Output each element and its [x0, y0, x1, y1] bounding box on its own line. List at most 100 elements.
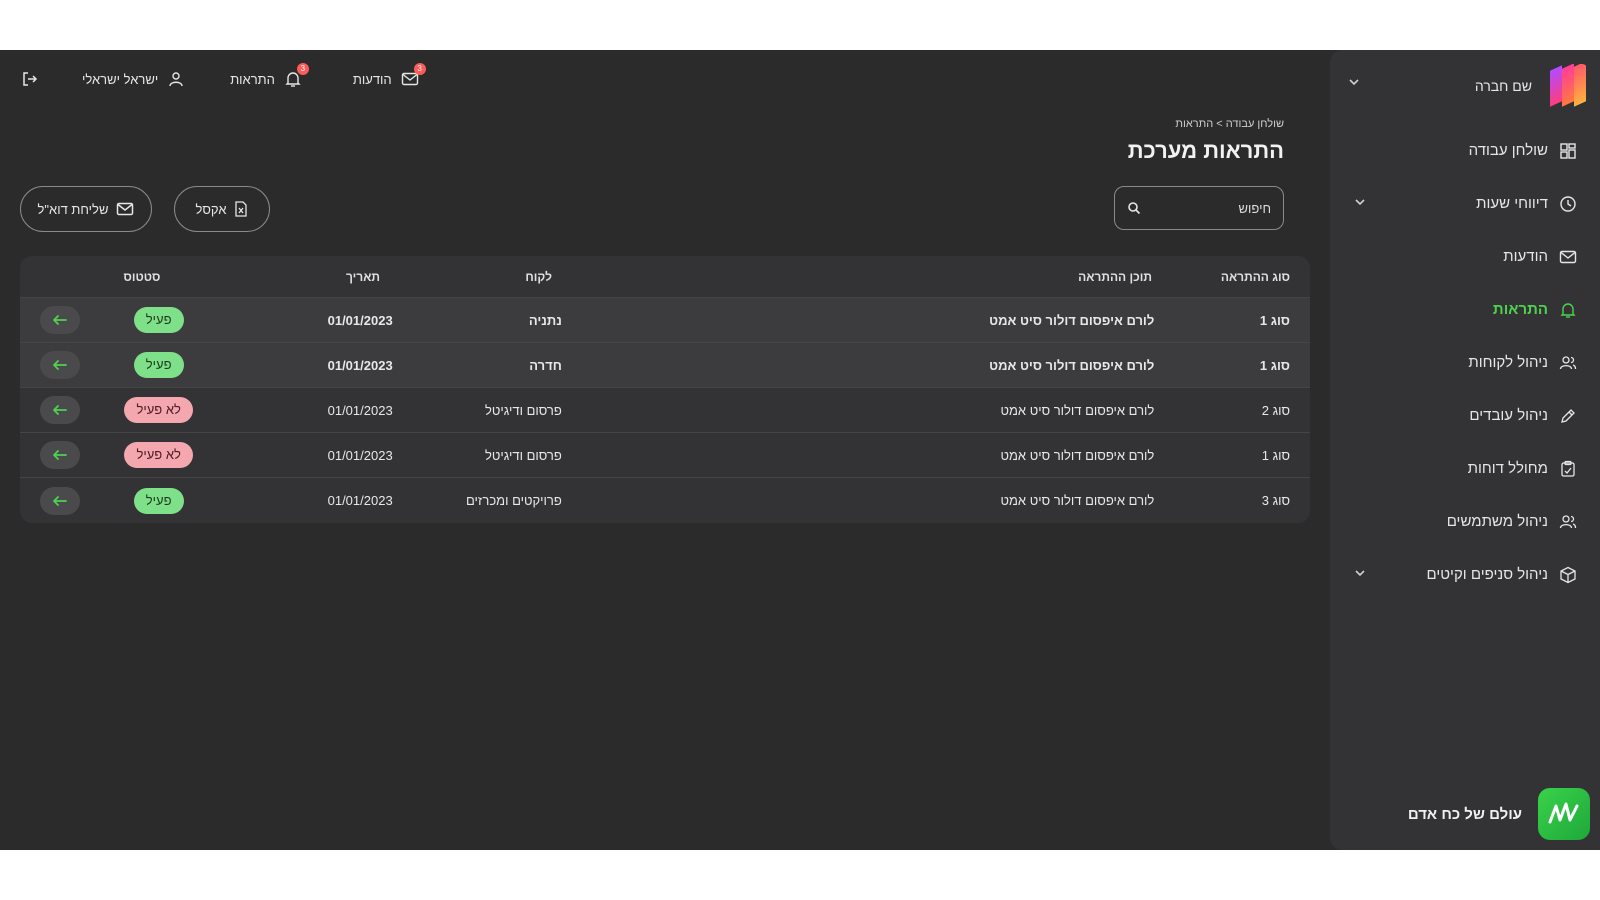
- table-row[interactable]: סוג 1 לורם איפסום דולור סיט אמט חדרה 01/01/…: [20, 343, 1310, 388]
- company-name: שם חברה: [1474, 78, 1532, 94]
- cell-type: סוג 1: [1261, 447, 1290, 463]
- users-icon: [1558, 512, 1578, 532]
- cell-date: 01/01/2023: [327, 357, 393, 373]
- table-row[interactable]: סוג 2 לורם איפסום דולור סיט אמט פרסום ודיג…: [20, 388, 1310, 433]
- cell-client: פרויקטים ומכרזים: [466, 493, 562, 508]
- cell-status: פעיל: [80, 487, 237, 514]
- sidebar-item-label: ניהול משתמשים: [1446, 513, 1548, 530]
- users-icon: [1558, 353, 1578, 373]
- open-row-button[interactable]: [40, 351, 80, 379]
- sidebar-nav: שולחן עבודה דיווחי שעות הודעות התראות ניהול …: [1330, 124, 1600, 601]
- open-row-button[interactable]: [40, 441, 80, 469]
- header-status[interactable]: סטטוס: [62, 270, 222, 284]
- cell-content: לורם איפסום דולור סיט אמט: [989, 312, 1155, 328]
- sidebar-item-1[interactable]: דיווחי שעות: [1330, 177, 1600, 230]
- user-menu[interactable]: ישראל ישראלי: [82, 69, 186, 89]
- excel-file-icon: [235, 201, 248, 217]
- sidebar-item-label: שולחן עבודה: [1468, 142, 1548, 159]
- status-badge: פעיל: [133, 487, 184, 514]
- sidebar-item-label: ניהול עובדים: [1469, 407, 1548, 424]
- chevron-down-icon[interactable]: [1354, 566, 1366, 578]
- status-badge: פעיל: [133, 352, 184, 378]
- table-row[interactable]: סוג 3 לורם איפסום דולור סיט אמט פרויקטים ו…: [20, 478, 1310, 523]
- arrow-left-icon: [53, 495, 67, 506]
- alerts-label: התראות: [230, 71, 275, 87]
- chevron-down-icon[interactable]: [1354, 195, 1366, 207]
- cell-date: 01/01/2023: [327, 493, 393, 508]
- cell-type: סוג 1: [1259, 312, 1290, 328]
- footer-logo: [1538, 788, 1590, 840]
- sidebar-item-label: דיווחי שעות: [1476, 195, 1548, 212]
- chevron-down-icon[interactable]: [1348, 76, 1360, 88]
- open-row-button[interactable]: [40, 486, 80, 515]
- header-date[interactable]: תאריך: [222, 270, 380, 284]
- header-client[interactable]: לקוח: [380, 270, 552, 284]
- sidebar-item-7[interactable]: ניהול משתמשים: [1330, 495, 1600, 548]
- status-badge: לא פעיל: [124, 442, 193, 468]
- user-name: ישראל ישראלי: [82, 71, 159, 87]
- cell-content: לורם איפסום דולור סיט אמט: [1000, 493, 1155, 508]
- open-row-button[interactable]: [40, 306, 80, 334]
- bell-icon: [1558, 300, 1578, 320]
- send-email-label: שליחת דוא"ל: [37, 201, 109, 217]
- table-header: סוג ההתראה תוכן ההתראה לקוח תאריך סטטוס: [20, 256, 1310, 298]
- cell-type: סוג 2: [1261, 402, 1290, 418]
- messages-label: הודעות: [352, 71, 392, 87]
- table-row[interactable]: סוג 1 לורם איפסום דולור סיט אמט נתניה 01/01…: [20, 298, 1310, 343]
- search-input[interactable]: [1161, 200, 1271, 216]
- alerts-count-badge: 3: [296, 63, 309, 75]
- footer-brand: עולם של כח אדם: [1408, 788, 1590, 840]
- sidebar-item-6[interactable]: מחולל דוחות: [1330, 442, 1600, 495]
- export-excel-button[interactable]: אקסל: [174, 186, 270, 232]
- clock-icon: [1558, 194, 1578, 214]
- open-row-button[interactable]: [40, 396, 80, 424]
- clipboard-icon: [1558, 459, 1578, 479]
- cell-date: 01/01/2023: [327, 312, 393, 328]
- sidebar-item-label: התראות: [1492, 301, 1548, 318]
- export-excel-label: אקסל: [195, 201, 227, 217]
- mail-icon: [1558, 247, 1578, 267]
- bell-icon: 3: [283, 63, 309, 89]
- cell-client: פרסום ודיגיטל: [485, 447, 562, 463]
- cell-client: נתניה: [528, 312, 562, 328]
- mail-icon: 3: [400, 63, 426, 89]
- breadcrumb[interactable]: שולחן עבודה > התראות: [1175, 118, 1284, 130]
- sidebar-item-label: מחולל דוחות: [1467, 460, 1548, 477]
- footer-brand-name: עולם של כח אדם: [1407, 805, 1522, 823]
- arrow-left-icon: [53, 315, 67, 325]
- company-switcher[interactable]: שם חברה: [1342, 62, 1588, 110]
- logout-button[interactable]: [20, 69, 40, 89]
- messages-button[interactable]: הודעות 3: [352, 63, 426, 89]
- cell-status: פעיל: [80, 352, 237, 378]
- alerts-button[interactable]: התראות 3: [230, 63, 309, 89]
- sidebar-item-0[interactable]: שולחן עבודה: [1330, 124, 1600, 177]
- messages-count-badge: 3: [413, 63, 426, 75]
- cell-content: לורם איפסום דולור סיט אמט: [1000, 447, 1155, 463]
- app-root: שם חברה שולחן עבודה דיווחי שעות הודעות התרא…: [0, 50, 1600, 850]
- cell-client: חדרה: [529, 357, 562, 373]
- header-type[interactable]: סוג ההתראה: [1152, 270, 1310, 284]
- table-row[interactable]: סוג 1 לורם איפסום דולור סיט אמט פרסום ודיג…: [20, 433, 1310, 478]
- logout-icon: [20, 69, 40, 89]
- sidebar-item-2[interactable]: הודעות: [1330, 230, 1600, 283]
- box-icon: [1558, 565, 1578, 585]
- table-body: סוג 1 לורם איפסום דולור סיט אמט נתניה 01/01…: [20, 298, 1310, 523]
- arrow-left-icon: [53, 405, 67, 415]
- search-box[interactable]: [1114, 186, 1284, 230]
- sidebar-item-4[interactable]: ניהול לקוחות: [1330, 336, 1600, 389]
- cell-client: פרסום ודיגיטל: [485, 402, 562, 418]
- cell-type: סוג 1: [1259, 357, 1290, 373]
- send-email-button[interactable]: שליחת דוא"ל: [20, 186, 152, 232]
- cell-type: סוג 3: [1261, 493, 1290, 508]
- arrow-left-icon: [53, 450, 67, 460]
- pen-icon: [1558, 406, 1578, 426]
- sidebar-item-5[interactable]: ניהול עובדים: [1330, 389, 1600, 442]
- status-badge: לא פעיל: [124, 397, 193, 423]
- company-logo: [1544, 64, 1588, 108]
- sidebar-item-8[interactable]: ניהול סניפים וקיטים: [1330, 548, 1600, 601]
- mail-icon: [117, 202, 134, 216]
- sidebar-item-3[interactable]: התראות: [1330, 283, 1600, 336]
- header-content[interactable]: תוכן ההתראה: [702, 270, 1152, 284]
- search-icon: [1128, 202, 1141, 215]
- dashboard-icon: [1558, 141, 1578, 161]
